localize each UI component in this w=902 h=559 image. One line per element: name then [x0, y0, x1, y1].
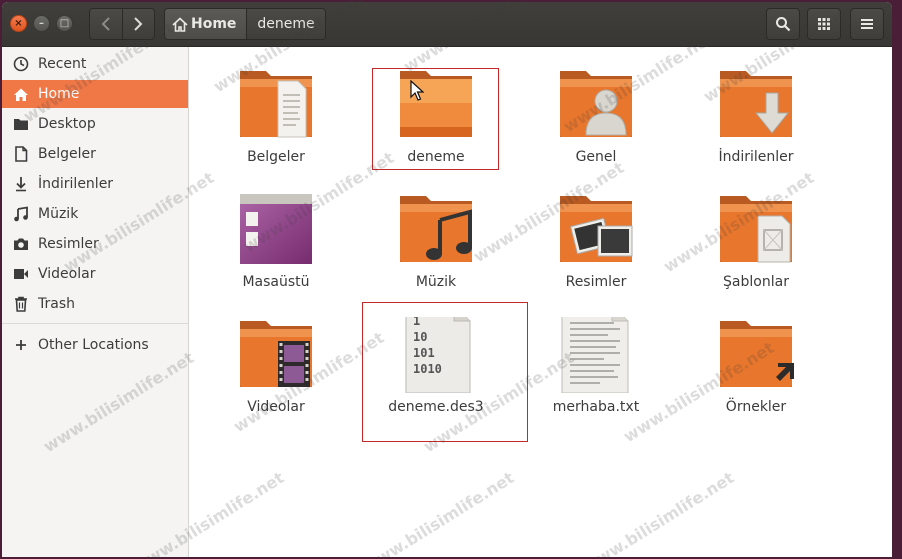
file-item-videolar[interactable]: Videolar	[216, 317, 336, 432]
maximize-window-button[interactable]: □	[56, 15, 73, 32]
header-bar: × – □ Home deneme	[2, 2, 892, 47]
file-label: İndirilenler	[718, 149, 794, 165]
view-grid-icon	[818, 18, 830, 30]
clock-icon	[12, 55, 30, 73]
breadcrumb-deneme-label: deneme	[257, 16, 315, 32]
breadcrumb-home-label: Home	[191, 16, 237, 32]
search-button[interactable]	[766, 8, 800, 40]
videos-folder-icon	[240, 321, 312, 387]
sidebar: Recent Home Desktop Belgeler İndirilenle…	[2, 47, 189, 557]
file-grid: Belgeler deneme Genel İndirilenler Masaü…	[189, 47, 892, 557]
view-toggle-button[interactable]	[807, 8, 841, 40]
minimize-window-button[interactable]: –	[33, 15, 50, 32]
file-label: Genel	[575, 149, 617, 165]
file-label: merhaba.txt	[552, 399, 640, 415]
highlight-box-deneme-des3	[362, 302, 528, 442]
music-folder-icon	[400, 196, 472, 262]
chevron-left-icon	[101, 17, 110, 31]
plus-icon	[12, 336, 30, 354]
sidebar-item-belgeler[interactable]: Belgeler	[2, 140, 188, 168]
desktop-folder-icon	[240, 194, 312, 264]
file-label: Örnekler	[725, 399, 787, 415]
sidebar-item-videolar[interactable]: Videolar	[2, 260, 188, 288]
back-button[interactable]	[90, 9, 123, 39]
highlight-box-deneme	[372, 68, 499, 170]
pictures-folder-icon	[560, 196, 633, 262]
documents-folder-icon	[240, 71, 312, 138]
downloads-folder-icon	[720, 71, 792, 137]
text-file-icon	[561, 317, 629, 393]
sidebar-item-label: İndirilenler	[38, 176, 114, 192]
camera-icon	[12, 235, 30, 253]
sidebar-item-other-locations[interactable]: Other Locations	[2, 331, 188, 359]
forward-button[interactable]	[123, 9, 155, 39]
sidebar-item-label: Desktop	[38, 116, 96, 132]
file-label: Müzik	[415, 274, 457, 290]
download-icon	[12, 175, 30, 193]
music-icon	[12, 205, 30, 223]
breadcrumb-deneme[interactable]: deneme	[247, 9, 325, 39]
home-icon	[12, 85, 30, 103]
sidebar-item-label: Trash	[38, 296, 75, 312]
file-item-muzik[interactable]: Müzik	[376, 192, 496, 307]
sidebar-item-label: Other Locations	[38, 337, 149, 353]
menu-icon	[861, 19, 873, 29]
breadcrumb: Home deneme	[164, 8, 326, 40]
desktop-folder-icon	[12, 115, 30, 133]
file-item-merhaba-txt[interactable]: merhaba.txt	[536, 317, 656, 432]
menu-button[interactable]	[850, 8, 884, 40]
breadcrumb-home[interactable]: Home	[165, 9, 248, 39]
file-label: Resimler	[565, 274, 627, 290]
video-icon	[12, 265, 30, 283]
sidebar-item-label: Resimler	[38, 236, 99, 252]
sidebar-item-resimler[interactable]: Resimler	[2, 230, 188, 258]
examples-folder-icon	[720, 321, 794, 387]
trash-icon	[12, 295, 30, 313]
navigation-buttons	[89, 8, 155, 40]
file-item-masaustu[interactable]: Masaüstü	[216, 192, 336, 307]
templates-folder-icon	[720, 196, 792, 263]
sidebar-divider	[2, 323, 188, 324]
chevron-right-icon	[134, 17, 143, 31]
sidebar-item-trash[interactable]: Trash	[2, 290, 188, 318]
file-label: Videolar	[247, 399, 305, 415]
file-item-belgeler[interactable]: Belgeler	[216, 67, 336, 182]
sidebar-item-recent[interactable]: Recent	[2, 50, 188, 78]
sidebar-item-label: Recent	[38, 56, 87, 72]
file-item-resimler[interactable]: Resimler	[536, 192, 656, 307]
home-icon	[172, 16, 188, 32]
mouse-cursor-icon	[410, 80, 424, 101]
file-item-genel[interactable]: Genel	[536, 67, 656, 182]
file-item-sablonlar[interactable]: Şablonlar	[696, 192, 816, 307]
file-label: Masaüstü	[242, 274, 310, 290]
document-icon	[12, 145, 30, 163]
sidebar-item-desktop[interactable]: Desktop	[2, 110, 188, 138]
file-manager-window: × – □ Home deneme Recent Home Desktop Be…	[2, 2, 892, 557]
file-label: Belgeler	[247, 149, 305, 165]
sidebar-item-label: Home	[38, 86, 80, 102]
sidebar-item-muzik[interactable]: Müzik	[2, 200, 188, 228]
public-folder-icon	[560, 71, 632, 137]
search-icon	[776, 17, 791, 32]
sidebar-item-indirilenler[interactable]: İndirilenler	[2, 170, 188, 198]
sidebar-item-label: Müzik	[38, 206, 79, 222]
sidebar-item-label: Belgeler	[38, 146, 96, 162]
file-item-ornekler[interactable]: Örnekler	[696, 317, 816, 432]
close-window-button[interactable]: ×	[10, 15, 27, 32]
file-item-indirilenler[interactable]: İndirilenler	[696, 67, 816, 182]
file-label: Şablonlar	[723, 274, 789, 290]
sidebar-item-home[interactable]: Home	[2, 80, 188, 108]
sidebar-item-label: Videolar	[38, 266, 96, 282]
